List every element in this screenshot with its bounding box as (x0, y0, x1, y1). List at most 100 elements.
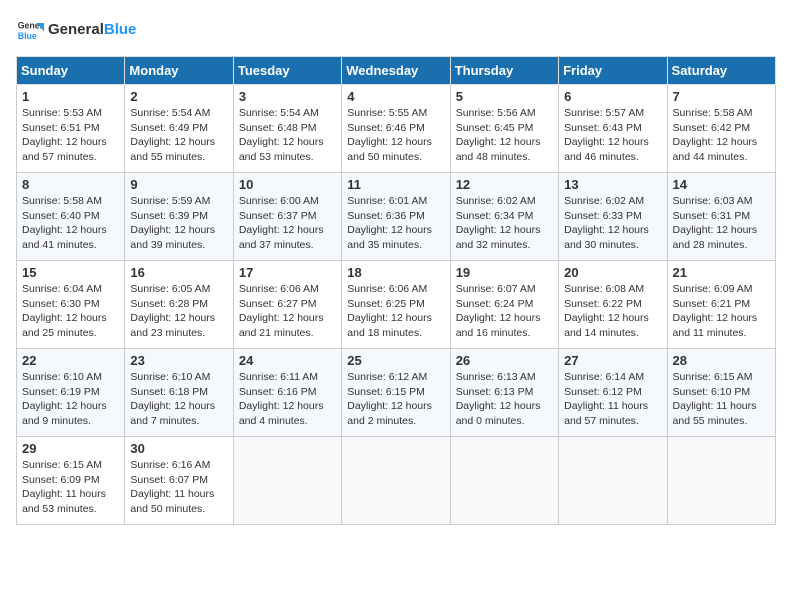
svg-text:Blue: Blue (18, 31, 37, 41)
calendar-cell: 24 Sunrise: 6:11 AM Sunset: 6:16 PM Dayli… (233, 349, 341, 437)
day-number: 20 (564, 265, 661, 280)
day-info: Sunrise: 6:05 AM Sunset: 6:28 PM Dayligh… (130, 282, 227, 341)
page-header: General Blue GeneralBlue (16, 16, 776, 44)
calendar-cell: 10 Sunrise: 6:00 AM Sunset: 6:37 PM Dayli… (233, 173, 341, 261)
day-info: Sunrise: 6:11 AM Sunset: 6:16 PM Dayligh… (239, 370, 336, 429)
day-info: Sunrise: 6:10 AM Sunset: 6:19 PM Dayligh… (22, 370, 119, 429)
calendar-cell: 5 Sunrise: 5:56 AM Sunset: 6:45 PM Daylig… (450, 85, 558, 173)
day-number: 21 (673, 265, 770, 280)
day-info: Sunrise: 6:09 AM Sunset: 6:21 PM Dayligh… (673, 282, 770, 341)
calendar-cell: 17Sunrise: 6:06 AM Sunset: 6:27 PM Dayli… (233, 261, 341, 349)
day-number: 18 (347, 265, 444, 280)
day-number: 2 (130, 89, 227, 104)
day-info: Sunrise: 6:15 AM Sunset: 6:10 PM Dayligh… (673, 370, 770, 429)
day-number: 16 (130, 265, 227, 280)
calendar-cell: 14Sunrise: 6:03 AM Sunset: 6:31 PM Dayli… (667, 173, 775, 261)
calendar-week-1: 1Sunrise: 5:53 AM Sunset: 6:51 PM Daylig… (17, 85, 776, 173)
logo-line1: General (48, 21, 104, 38)
weekday-header-saturday: Saturday (667, 57, 775, 85)
calendar-cell: 9 Sunrise: 5:59 AM Sunset: 6:39 PM Daylig… (125, 173, 233, 261)
calendar-cell: 19 Sunrise: 6:07 AM Sunset: 6:24 PM Dayli… (450, 261, 558, 349)
day-info: Sunrise: 6:16 AM Sunset: 6:07 PM Dayligh… (130, 458, 227, 517)
weekday-header-sunday: Sunday (17, 57, 125, 85)
day-info: Sunrise: 5:54 AM Sunset: 6:48 PM Dayligh… (239, 106, 336, 165)
weekday-header-tuesday: Tuesday (233, 57, 341, 85)
weekday-row: SundayMondayTuesdayWednesdayThursdayFrid… (17, 57, 776, 85)
day-number: 19 (456, 265, 553, 280)
day-info: Sunrise: 5:57 AM Sunset: 6:43 PM Dayligh… (564, 106, 661, 165)
day-number: 30 (130, 441, 227, 456)
day-number: 29 (22, 441, 119, 456)
calendar-cell: 16 Sunrise: 6:05 AM Sunset: 6:28 PM Dayli… (125, 261, 233, 349)
calendar-week-2: 8Sunrise: 5:58 AM Sunset: 6:40 PM Daylig… (17, 173, 776, 261)
day-number: 22 (22, 353, 119, 368)
calendar-table: SundayMondayTuesdayWednesdayThursdayFrid… (16, 56, 776, 525)
day-number: 28 (673, 353, 770, 368)
day-number: 10 (239, 177, 336, 192)
weekday-header-friday: Friday (559, 57, 667, 85)
calendar-cell: 1Sunrise: 5:53 AM Sunset: 6:51 PM Daylig… (17, 85, 125, 173)
day-info: Sunrise: 5:56 AM Sunset: 6:45 PM Dayligh… (456, 106, 553, 165)
calendar-cell: 7 Sunrise: 5:58 AM Sunset: 6:42 PM Daylig… (667, 85, 775, 173)
day-number: 4 (347, 89, 444, 104)
calendar-cell: 18 Sunrise: 6:06 AM Sunset: 6:25 PM Dayli… (342, 261, 450, 349)
day-info: Sunrise: 5:55 AM Sunset: 6:46 PM Dayligh… (347, 106, 444, 165)
calendar-cell (450, 437, 558, 525)
day-info: Sunrise: 6:12 AM Sunset: 6:15 PM Dayligh… (347, 370, 444, 429)
day-number: 24 (239, 353, 336, 368)
day-info: Sunrise: 6:15 AM Sunset: 6:09 PM Dayligh… (22, 458, 119, 517)
day-number: 7 (673, 89, 770, 104)
day-number: 12 (456, 177, 553, 192)
day-number: 14 (673, 177, 770, 192)
calendar-cell: 6 Sunrise: 5:57 AM Sunset: 6:43 PM Daylig… (559, 85, 667, 173)
calendar-cell: 15 Sunrise: 6:04 AM Sunset: 6:30 PM Dayli… (17, 261, 125, 349)
calendar-cell: 4 Sunrise: 5:55 AM Sunset: 6:46 PM Daylig… (342, 85, 450, 173)
day-info: Sunrise: 5:59 AM Sunset: 6:39 PM Dayligh… (130, 194, 227, 253)
calendar-cell: 13 Sunrise: 6:02 AM Sunset: 6:33 PM Dayli… (559, 173, 667, 261)
calendar-week-3: 15 Sunrise: 6:04 AM Sunset: 6:30 PM Dayli… (17, 261, 776, 349)
day-info: Sunrise: 6:02 AM Sunset: 6:34 PM Dayligh… (456, 194, 553, 253)
calendar-cell: 21 Sunrise: 6:09 AM Sunset: 6:21 PM Dayli… (667, 261, 775, 349)
day-number: 3 (239, 89, 336, 104)
logo-line2: Blue (104, 21, 137, 38)
day-info: Sunrise: 6:13 AM Sunset: 6:13 PM Dayligh… (456, 370, 553, 429)
calendar-cell: 27 Sunrise: 6:14 AM Sunset: 6:12 PM Dayli… (559, 349, 667, 437)
calendar-week-4: 22 Sunrise: 6:10 AM Sunset: 6:19 PM Dayli… (17, 349, 776, 437)
calendar-cell: 28 Sunrise: 6:15 AM Sunset: 6:10 PM Dayli… (667, 349, 775, 437)
calendar-cell: 26Sunrise: 6:13 AM Sunset: 6:13 PM Dayli… (450, 349, 558, 437)
calendar-cell (342, 437, 450, 525)
calendar-cell: 29 Sunrise: 6:15 AM Sunset: 6:09 PM Dayli… (17, 437, 125, 525)
day-number: 9 (130, 177, 227, 192)
day-info: Sunrise: 6:01 AM Sunset: 6:36 PM Dayligh… (347, 194, 444, 253)
day-number: 6 (564, 89, 661, 104)
day-info: Sunrise: 6:14 AM Sunset: 6:12 PM Dayligh… (564, 370, 661, 429)
calendar-cell: 11 Sunrise: 6:01 AM Sunset: 6:36 PM Dayli… (342, 173, 450, 261)
day-info: Sunrise: 6:07 AM Sunset: 6:24 PM Dayligh… (456, 282, 553, 341)
weekday-header-thursday: Thursday (450, 57, 558, 85)
day-number: 8 (22, 177, 119, 192)
day-info: Sunrise: 6:02 AM Sunset: 6:33 PM Dayligh… (564, 194, 661, 253)
day-info: Sunrise: 6:00 AM Sunset: 6:37 PM Dayligh… (239, 194, 336, 253)
calendar-cell: 23Sunrise: 6:10 AM Sunset: 6:18 PM Dayli… (125, 349, 233, 437)
calendar-body: 1Sunrise: 5:53 AM Sunset: 6:51 PM Daylig… (17, 85, 776, 525)
weekday-header-monday: Monday (125, 57, 233, 85)
day-info: Sunrise: 6:10 AM Sunset: 6:18 PM Dayligh… (130, 370, 227, 429)
day-info: Sunrise: 5:58 AM Sunset: 6:42 PM Dayligh… (673, 106, 770, 165)
calendar-cell: 25 Sunrise: 6:12 AM Sunset: 6:15 PM Dayli… (342, 349, 450, 437)
calendar-cell: 20Sunrise: 6:08 AM Sunset: 6:22 PM Dayli… (559, 261, 667, 349)
day-number: 13 (564, 177, 661, 192)
day-info: Sunrise: 6:04 AM Sunset: 6:30 PM Dayligh… (22, 282, 119, 341)
day-number: 25 (347, 353, 444, 368)
calendar-cell: 3 Sunrise: 5:54 AM Sunset: 6:48 PM Daylig… (233, 85, 341, 173)
day-number: 27 (564, 353, 661, 368)
day-number: 15 (22, 265, 119, 280)
calendar-cell: 12 Sunrise: 6:02 AM Sunset: 6:34 PM Dayli… (450, 173, 558, 261)
calendar-week-5: 29 Sunrise: 6:15 AM Sunset: 6:09 PM Dayli… (17, 437, 776, 525)
day-info: Sunrise: 6:06 AM Sunset: 6:25 PM Dayligh… (347, 282, 444, 341)
calendar-cell: 2Sunrise: 5:54 AM Sunset: 6:49 PM Daylig… (125, 85, 233, 173)
day-number: 1 (22, 89, 119, 104)
day-number: 17 (239, 265, 336, 280)
day-number: 11 (347, 177, 444, 192)
day-number: 5 (456, 89, 553, 104)
calendar-cell: 30 Sunrise: 6:16 AM Sunset: 6:07 PM Dayli… (125, 437, 233, 525)
